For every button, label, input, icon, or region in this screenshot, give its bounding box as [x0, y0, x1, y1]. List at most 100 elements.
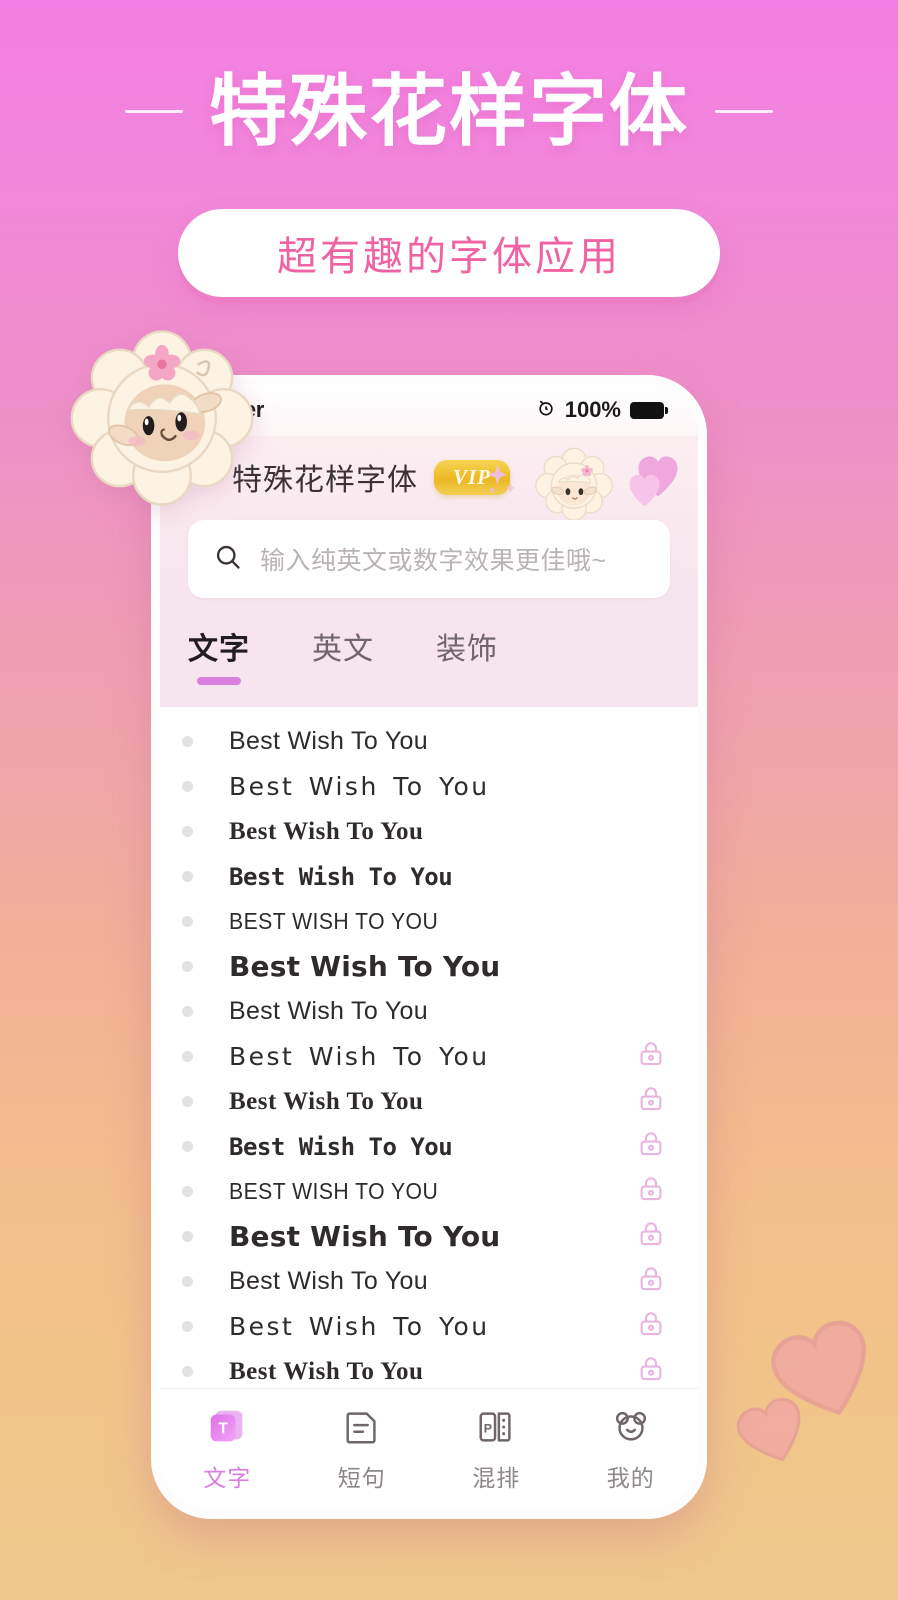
- font-style-row[interactable]: Best Wish To You: [160, 854, 698, 899]
- lock-icon[interactable]: [636, 1084, 666, 1119]
- bullet-dot-icon: [182, 736, 193, 747]
- font-style-row[interactable]: Best Wish To You: [160, 764, 698, 809]
- font-style-row[interactable]: Best Wish To You: [160, 1079, 698, 1124]
- bullet-dot-icon: [182, 1366, 193, 1377]
- font-style-row[interactable]: Best Wish To You: [160, 1304, 698, 1349]
- category-tabs: 文字 英文 装饰: [160, 598, 698, 707]
- bullet-dot-icon: [182, 1276, 193, 1287]
- font-sample-text: Best Wish To You: [229, 817, 424, 845]
- font-sample-text: Best Wish To You: [229, 727, 428, 755]
- alarm-icon: [536, 398, 556, 423]
- tab-text[interactable]: 文字: [188, 624, 250, 685]
- tab-decoration-label: 装饰: [436, 633, 498, 666]
- bullet-dot-icon: [182, 1051, 193, 1062]
- lock-icon[interactable]: [636, 1354, 666, 1388]
- headline-rule-right: [715, 109, 773, 113]
- sparkle-icon: [484, 459, 522, 508]
- bullet-dot-icon: [182, 1321, 193, 1332]
- nav-item-phrase[interactable]: 短句: [307, 1403, 417, 1493]
- nav-item-profile[interactable]: 我的: [576, 1403, 686, 1493]
- bullet-dot-icon: [182, 916, 193, 927]
- font-style-row[interactable]: Best Wish To You: [160, 1214, 698, 1259]
- font-style-row[interactable]: Best Wish To You: [160, 719, 698, 764]
- status-bar-right: 100%: [536, 397, 668, 423]
- lock-icon[interactable]: [636, 1039, 666, 1074]
- mixed-layout-icon: P: [475, 1403, 517, 1451]
- bullet-dot-icon: [182, 961, 193, 972]
- nav-item-mixed[interactable]: P 混排: [441, 1403, 551, 1493]
- promo-headline-row: 特殊花样字体: [0, 72, 898, 150]
- phone-mockup: Carrier 100% 特殊花样字体 VIP: [151, 375, 707, 1519]
- font-style-row[interactable]: BEST WISH TO YOU: [160, 899, 698, 944]
- font-sample-text: Best Wish To You: [229, 772, 490, 801]
- battery-full-icon: [630, 401, 668, 419]
- font-sample-text: Best Wish To You: [229, 1042, 490, 1071]
- svg-text:T: T: [219, 1421, 229, 1438]
- promo-headline: 特殊花样字体: [208, 67, 689, 155]
- promo-subtitle: 超有趣的字体应用: [277, 235, 621, 279]
- tab-inactive-indicator: [445, 677, 489, 685]
- sheep-mascot-large-icon: [66, 322, 258, 514]
- bullet-dot-icon: [182, 1141, 193, 1152]
- text-tool-icon: T: [204, 1403, 250, 1451]
- font-sample-text: Best Wish To You: [229, 1267, 428, 1295]
- lock-icon[interactable]: [636, 1309, 666, 1344]
- sheep-mascot-icon: [526, 444, 622, 522]
- font-style-row[interactable]: Best Wish To You: [160, 1349, 698, 1388]
- font-sample-text: Best Wish To You: [229, 862, 453, 891]
- font-style-row[interactable]: Best Wish To You: [160, 809, 698, 854]
- font-style-row[interactable]: BEST WISH TO YOU: [160, 1169, 698, 1214]
- nav-item-mixed-label: 混排: [472, 1465, 521, 1491]
- battery-percent: 100%: [564, 397, 621, 422]
- tab-english-label: 英文: [312, 633, 374, 666]
- font-sample-text: Best Wish To You: [229, 1220, 501, 1253]
- nav-item-profile-label: 我的: [606, 1465, 655, 1491]
- font-sample-text: BEST WISH TO YOU: [229, 908, 439, 934]
- font-sample-text: Best Wish To You: [229, 1357, 424, 1385]
- font-sample-text: Best Wish To You: [229, 1087, 424, 1115]
- app-title: 特殊花样字体: [232, 464, 418, 497]
- font-sample-text: Best Wish To You: [229, 1132, 453, 1161]
- tab-text-label: 文字: [188, 633, 250, 666]
- search-input-placeholder[interactable]: 输入纯英文或数字效果更佳哦~: [260, 541, 607, 577]
- tab-inactive-indicator: [321, 677, 365, 685]
- bullet-dot-icon: [182, 1186, 193, 1197]
- font-sample-text: Best Wish To You: [229, 997, 428, 1025]
- headline-rule-left: [124, 109, 183, 113]
- phone-screen: Carrier 100% 特殊花样字体 VIP: [160, 384, 698, 1510]
- header-decoration: [484, 444, 688, 522]
- font-style-list[interactable]: Best Wish To You Best Wish To You Best Wis…: [160, 707, 698, 1388]
- font-style-row[interactable]: Best Wish To You: [160, 1124, 698, 1169]
- lock-icon[interactable]: [636, 1219, 666, 1254]
- bullet-dot-icon: [182, 1006, 193, 1017]
- bullet-dot-icon: [182, 1231, 193, 1242]
- nav-item-phrase-label: 短句: [337, 1465, 386, 1491]
- tab-decoration[interactable]: 装饰: [436, 624, 498, 685]
- search-bar[interactable]: 输入纯英文或数字效果更佳哦~: [188, 520, 670, 598]
- lock-icon[interactable]: [636, 1174, 666, 1209]
- svg-text:P: P: [484, 1422, 492, 1436]
- bullet-dot-icon: [182, 826, 193, 837]
- font-style-row[interactable]: Best Wish To You: [160, 944, 698, 989]
- font-style-row[interactable]: Best Wish To You: [160, 989, 698, 1034]
- nav-item-text-label: 文字: [203, 1465, 252, 1491]
- font-sample-text: BEST WISH TO YOU: [229, 1178, 439, 1204]
- font-style-row[interactable]: Best Wish To You: [160, 1259, 698, 1304]
- promo-subtitle-pill: 超有趣的字体应用: [178, 209, 720, 297]
- lock-icon[interactable]: [636, 1129, 666, 1164]
- nav-item-text[interactable]: T 文字: [172, 1403, 282, 1493]
- bullet-dot-icon: [182, 781, 193, 792]
- lock-icon[interactable]: [636, 1264, 666, 1299]
- font-sample-text: Best Wish To You: [229, 1312, 490, 1341]
- font-style-row[interactable]: Best Wish To You: [160, 1034, 698, 1079]
- tab-active-indicator: [197, 677, 241, 685]
- hearts-icon: [626, 452, 688, 515]
- tab-english[interactable]: 英文: [312, 624, 374, 685]
- bottom-navigation: T 文字 短句 P 混排 我的: [160, 1388, 698, 1510]
- profile-bear-icon: [610, 1403, 652, 1451]
- search-icon: [214, 543, 242, 576]
- bullet-dot-icon: [182, 871, 193, 882]
- font-sample-text: Best Wish To You: [229, 950, 501, 983]
- phrase-icon: [341, 1403, 383, 1451]
- bullet-dot-icon: [182, 1096, 193, 1107]
